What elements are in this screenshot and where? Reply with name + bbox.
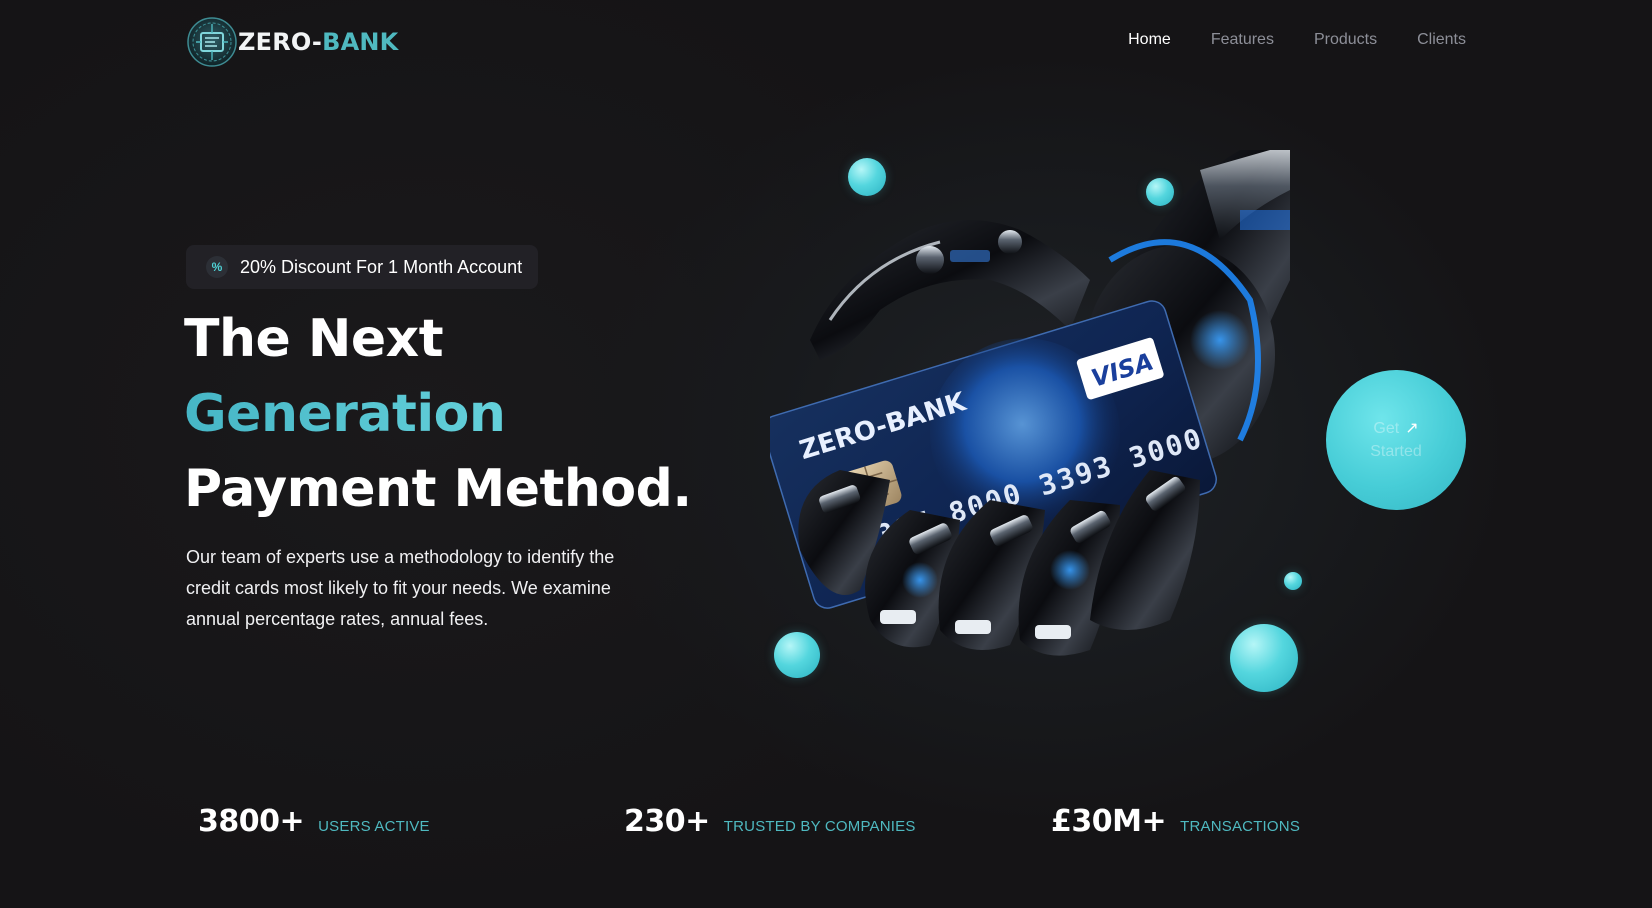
landing-page: ZERO-BANK Home Features Products Clients… xyxy=(0,0,1652,908)
decor-orb xyxy=(848,158,886,196)
nav-links: Home Features Products Clients xyxy=(1088,31,1466,49)
nav-link-home[interactable]: Home xyxy=(1128,31,1171,49)
headline-line-1: The Next xyxy=(184,309,444,369)
top-nav: ZERO-BANK Home Features Products Clients xyxy=(0,0,1652,84)
stat-companies: 230+ TRUSTED BY COMPANIES xyxy=(624,804,916,839)
arrow-up-right-icon: ↗ xyxy=(1405,420,1419,437)
stat-label: TRANSACTIONS xyxy=(1180,818,1301,835)
nav-link-features[interactable]: Features xyxy=(1211,31,1274,49)
decor-orb xyxy=(1284,572,1302,590)
stat-label: TRUSTED BY COMPANIES xyxy=(723,818,916,835)
get-started-line-1: Get ↗ xyxy=(1373,417,1418,440)
stat-value: 3800+ xyxy=(198,804,305,839)
decor-orb xyxy=(1146,178,1174,206)
stat-users: 3800+ USERS ACTIVE xyxy=(198,804,430,839)
stat-value: £30M+ xyxy=(1051,804,1167,839)
logo[interactable]: ZERO-BANK xyxy=(186,16,398,68)
hero-description: Our team of experts use a methodology to… xyxy=(186,547,615,629)
decor-orb xyxy=(1230,624,1298,692)
headline-line-3: Payment Method. xyxy=(184,459,692,519)
get-started-text-1: Get xyxy=(1373,420,1400,437)
nav-link-products[interactable]: Products xyxy=(1314,31,1377,49)
decor-orb xyxy=(774,632,820,678)
discount-badge: % 20% Discount For 1 Month Account xyxy=(186,245,539,289)
nav-link-clients[interactable]: Clients xyxy=(1417,31,1466,49)
get-started-line-2: Started xyxy=(1370,443,1422,460)
logo-text: ZERO-BANK xyxy=(238,28,398,56)
logo-icon xyxy=(186,16,238,68)
robot-hand-card-image: ZERO-BANK 3397 8000 3393 3000 VISA xyxy=(762,150,1290,656)
stat-label: USERS ACTIVE xyxy=(318,818,430,835)
stat-value: 230+ xyxy=(624,804,710,839)
stat-transactions: £30M+ TRANSACTIONS xyxy=(1051,804,1300,839)
hero-headline: The Next Generation Payment Method. xyxy=(184,302,692,527)
percent-icon: % xyxy=(206,256,228,278)
hero-illustration: ZERO-BANK 3397 8000 3393 3000 VISA xyxy=(762,150,1330,692)
headline-line-2: Generation xyxy=(184,377,692,452)
logo-text-white: ZERO- xyxy=(238,28,323,56)
discount-badge-text: 20% Discount For 1 Month Account xyxy=(240,256,523,277)
get-started-button[interactable]: Get ↗ Started xyxy=(1326,370,1466,510)
logo-text-accent: BANK xyxy=(322,28,399,56)
